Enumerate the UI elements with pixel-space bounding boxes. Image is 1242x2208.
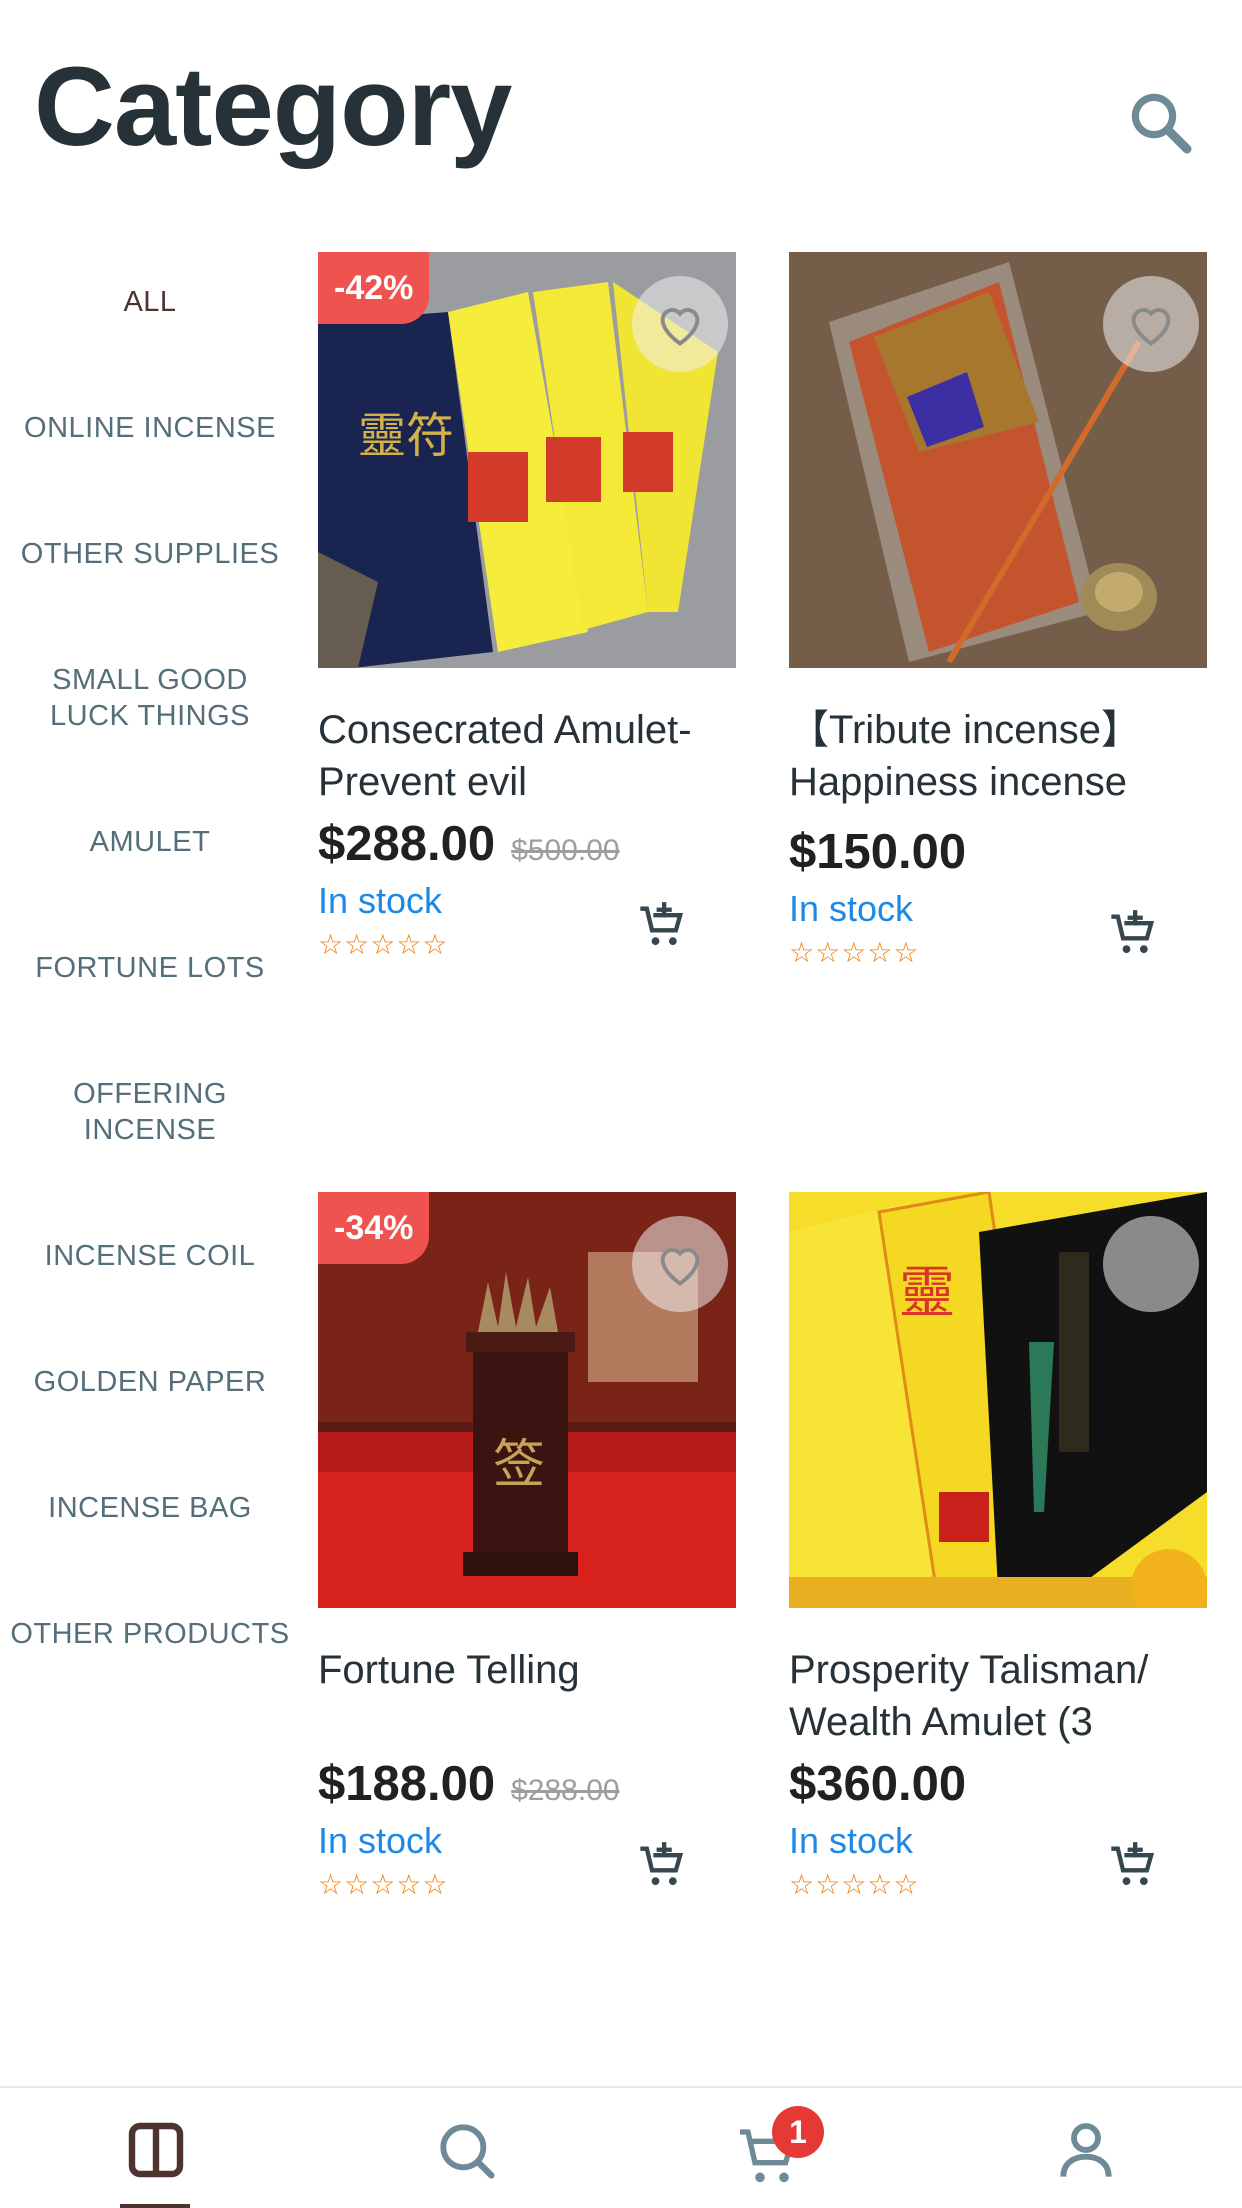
favorite-button[interactable] [1103, 1216, 1199, 1312]
product-name[interactable]: Fortune Telling [318, 1644, 736, 1696]
category-item-incense-bag[interactable]: INCENSE BAG [0, 1490, 300, 1526]
add-to-cart-button[interactable] [1107, 908, 1159, 960]
category-item-fortune-lots[interactable]: FORTUNE LOTS [0, 950, 300, 986]
product-name[interactable]: 【Tribute incense】 Happiness incense [789, 704, 1207, 808]
search-icon[interactable] [434, 2118, 498, 2182]
svg-text:签: 签 [493, 1435, 545, 1495]
header: Category [0, 0, 1242, 220]
add-cart-icon [1111, 1842, 1155, 1886]
search-icon[interactable] [1124, 86, 1196, 158]
product-image[interactable]: 靈符 -42% [318, 252, 736, 668]
active-tab-indicator [120, 2204, 190, 2208]
stock-status: In stock [789, 888, 914, 929]
discount-badge: -42% [318, 252, 430, 324]
bottom-navigation: 1 [0, 2086, 1242, 2208]
add-cart-icon [1111, 910, 1155, 954]
product-price: $288.00 [318, 817, 496, 871]
heart-icon [660, 308, 700, 346]
category-item-incense-coil[interactable]: INCENSE COIL [0, 1238, 300, 1274]
favorite-button[interactable] [632, 276, 728, 372]
product-old-price: $500.00 [511, 834, 620, 867]
stock-status: In stock [318, 880, 443, 921]
stock-status: In stock [789, 1820, 914, 1861]
product-image[interactable]: 签 -34% [318, 1192, 736, 1608]
rating-stars: ☆☆☆☆☆ [789, 937, 920, 968]
category-item-offering-incense[interactable]: OFFERING INCENSE [0, 1076, 300, 1148]
product-name[interactable]: Consecrated Amulet-Prevent evil [318, 704, 736, 808]
product-image[interactable]: 靈 [789, 1192, 1207, 1608]
product-old-price: $288.00 [511, 1774, 620, 1807]
favorite-button[interactable] [1103, 276, 1199, 372]
add-to-cart-button[interactable] [636, 900, 688, 952]
add-to-cart-button[interactable] [636, 1840, 688, 1892]
page-title: Category [34, 44, 512, 169]
rating-stars: ☆☆☆☆☆ [318, 1869, 449, 1900]
price-row: $188.00 $288.00 [318, 1756, 736, 1816]
price-row: $150.00 [789, 824, 1207, 884]
category-item-amulet[interactable]: AMULET [0, 824, 300, 860]
favorite-button[interactable] [632, 1216, 728, 1312]
price-row: $288.00 $500.00 [318, 816, 736, 876]
add-cart-icon [640, 1842, 684, 1886]
account-icon[interactable] [1054, 2118, 1118, 2182]
product-price: $150.00 [789, 825, 967, 879]
add-to-cart-button[interactable] [1107, 1840, 1159, 1892]
heart-icon [1131, 1248, 1171, 1286]
svg-text:靈: 靈 [899, 1261, 955, 1326]
rating-stars: ☆☆☆☆☆ [318, 929, 449, 960]
product-name[interactable]: Prosperity Talisman/ Wealth Amulet (3 [789, 1644, 1207, 1748]
product-image[interactable] [789, 252, 1207, 668]
category-item-golden-paper[interactable]: GOLDEN PAPER [0, 1364, 300, 1400]
category-item-small-good-luck-things[interactable]: SMALL GOOD LUCK THINGS [0, 662, 300, 734]
add-cart-icon [640, 902, 684, 946]
product-price: $360.00 [789, 1757, 967, 1811]
category-item-online-incense[interactable]: ONLINE INCENSE [0, 410, 300, 446]
product-price: $188.00 [318, 1757, 496, 1811]
rating-stars: ☆☆☆☆☆ [789, 1869, 920, 1900]
category-icon[interactable] [124, 2118, 188, 2182]
heart-icon [660, 1248, 700, 1286]
heart-icon [1131, 308, 1171, 346]
price-row: $360.00 [789, 1756, 1207, 1816]
category-item-other-products[interactable]: OTHER PRODUCTS [0, 1616, 300, 1652]
svg-text:靈符: 靈符 [358, 408, 454, 464]
discount-badge: -34% [318, 1192, 430, 1264]
category-item-other-supplies[interactable]: OTHER SUPPLIES [0, 536, 300, 572]
category-item-all[interactable]: ALL [0, 284, 300, 320]
stock-status: In stock [318, 1820, 443, 1861]
cart-badge: 1 [772, 2106, 824, 2158]
